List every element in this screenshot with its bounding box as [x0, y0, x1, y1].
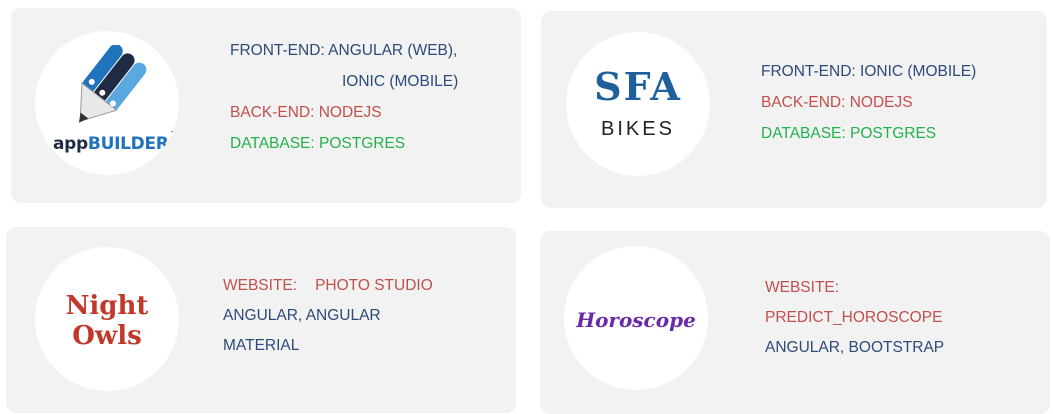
night-owls-logo: Night Owls — [35, 247, 179, 391]
website-name: PHOTO STUDIO — [315, 277, 433, 294]
sfa-bikes-logo: SFA BIKES — [566, 32, 710, 176]
tech-stack-list: WEBSITE: PREDICT_HOROSCOPE ANGULAR, BOOT… — [765, 273, 944, 363]
pencil-stack-icon — [78, 45, 147, 123]
tech-stack-list: WEBSITE: PHOTO STUDIO ANGULAR, ANGULAR MA… — [223, 271, 433, 361]
website-name: PREDICT_HOROSCOPE — [765, 309, 943, 326]
tech-stack-list: FRONT-END: ANGULAR (WEB), IONIC (MOBILE)… — [230, 35, 458, 159]
website-line: WEBSITE: PHOTO STUDIO — [223, 271, 433, 301]
database-line: DATABASE: POSTGRES — [761, 125, 937, 142]
frontend-line: FRONT-END: ANGULAR (WEB), — [230, 42, 458, 59]
backend-line: BACK-END: NODEJS — [761, 94, 913, 111]
website-label: WEBSITE: — [223, 277, 298, 294]
project-card-sfa-bikes: SFA BIKES FRONT-END: IONIC (MOBILE) BACK… — [541, 11, 1047, 208]
website-label: WEBSITE: — [765, 279, 840, 296]
framework-line-continued: MATERIAL — [223, 337, 300, 354]
night-owls-wordmark: Night Owls — [65, 291, 149, 351]
trademark-mark: TM — [171, 131, 179, 138]
horoscope-logo: Horoscope — [564, 246, 708, 390]
database-line: DATABASE: POSTGRES — [230, 135, 406, 152]
framework-line: ANGULAR, ANGULAR — [223, 307, 381, 324]
bikes-wordmark: BIKES — [601, 118, 675, 140]
frontend-line: FRONT-END: IONIC (MOBILE) — [761, 63, 977, 80]
project-card-appbuilder: appBUILDER TM FRONT-END: ANGULAR (WEB), … — [11, 8, 521, 203]
backend-line: BACK-END: NODEJS — [230, 104, 382, 121]
sfa-wordmark: SFA — [594, 64, 682, 109]
framework-line: ANGULAR, BOOTSTRAP — [765, 339, 945, 356]
appbuilder-logo: appBUILDER TM — [35, 31, 179, 175]
project-card-night-owls: Night Owls WEBSITE: PHOTO STUDIO ANGULAR,… — [6, 227, 516, 413]
tech-stack-list: FRONT-END: IONIC (MOBILE) BACK-END: NODE… — [761, 56, 976, 149]
project-card-horoscope: Horoscope WEBSITE: PREDICT_HOROSCOPE ANG… — [540, 231, 1050, 414]
appbuilder-wordmark: appBUILDER — [53, 134, 169, 154]
frontend-line-continued: IONIC (MOBILE) — [342, 73, 459, 90]
horoscope-wordmark: Horoscope — [576, 308, 696, 332]
